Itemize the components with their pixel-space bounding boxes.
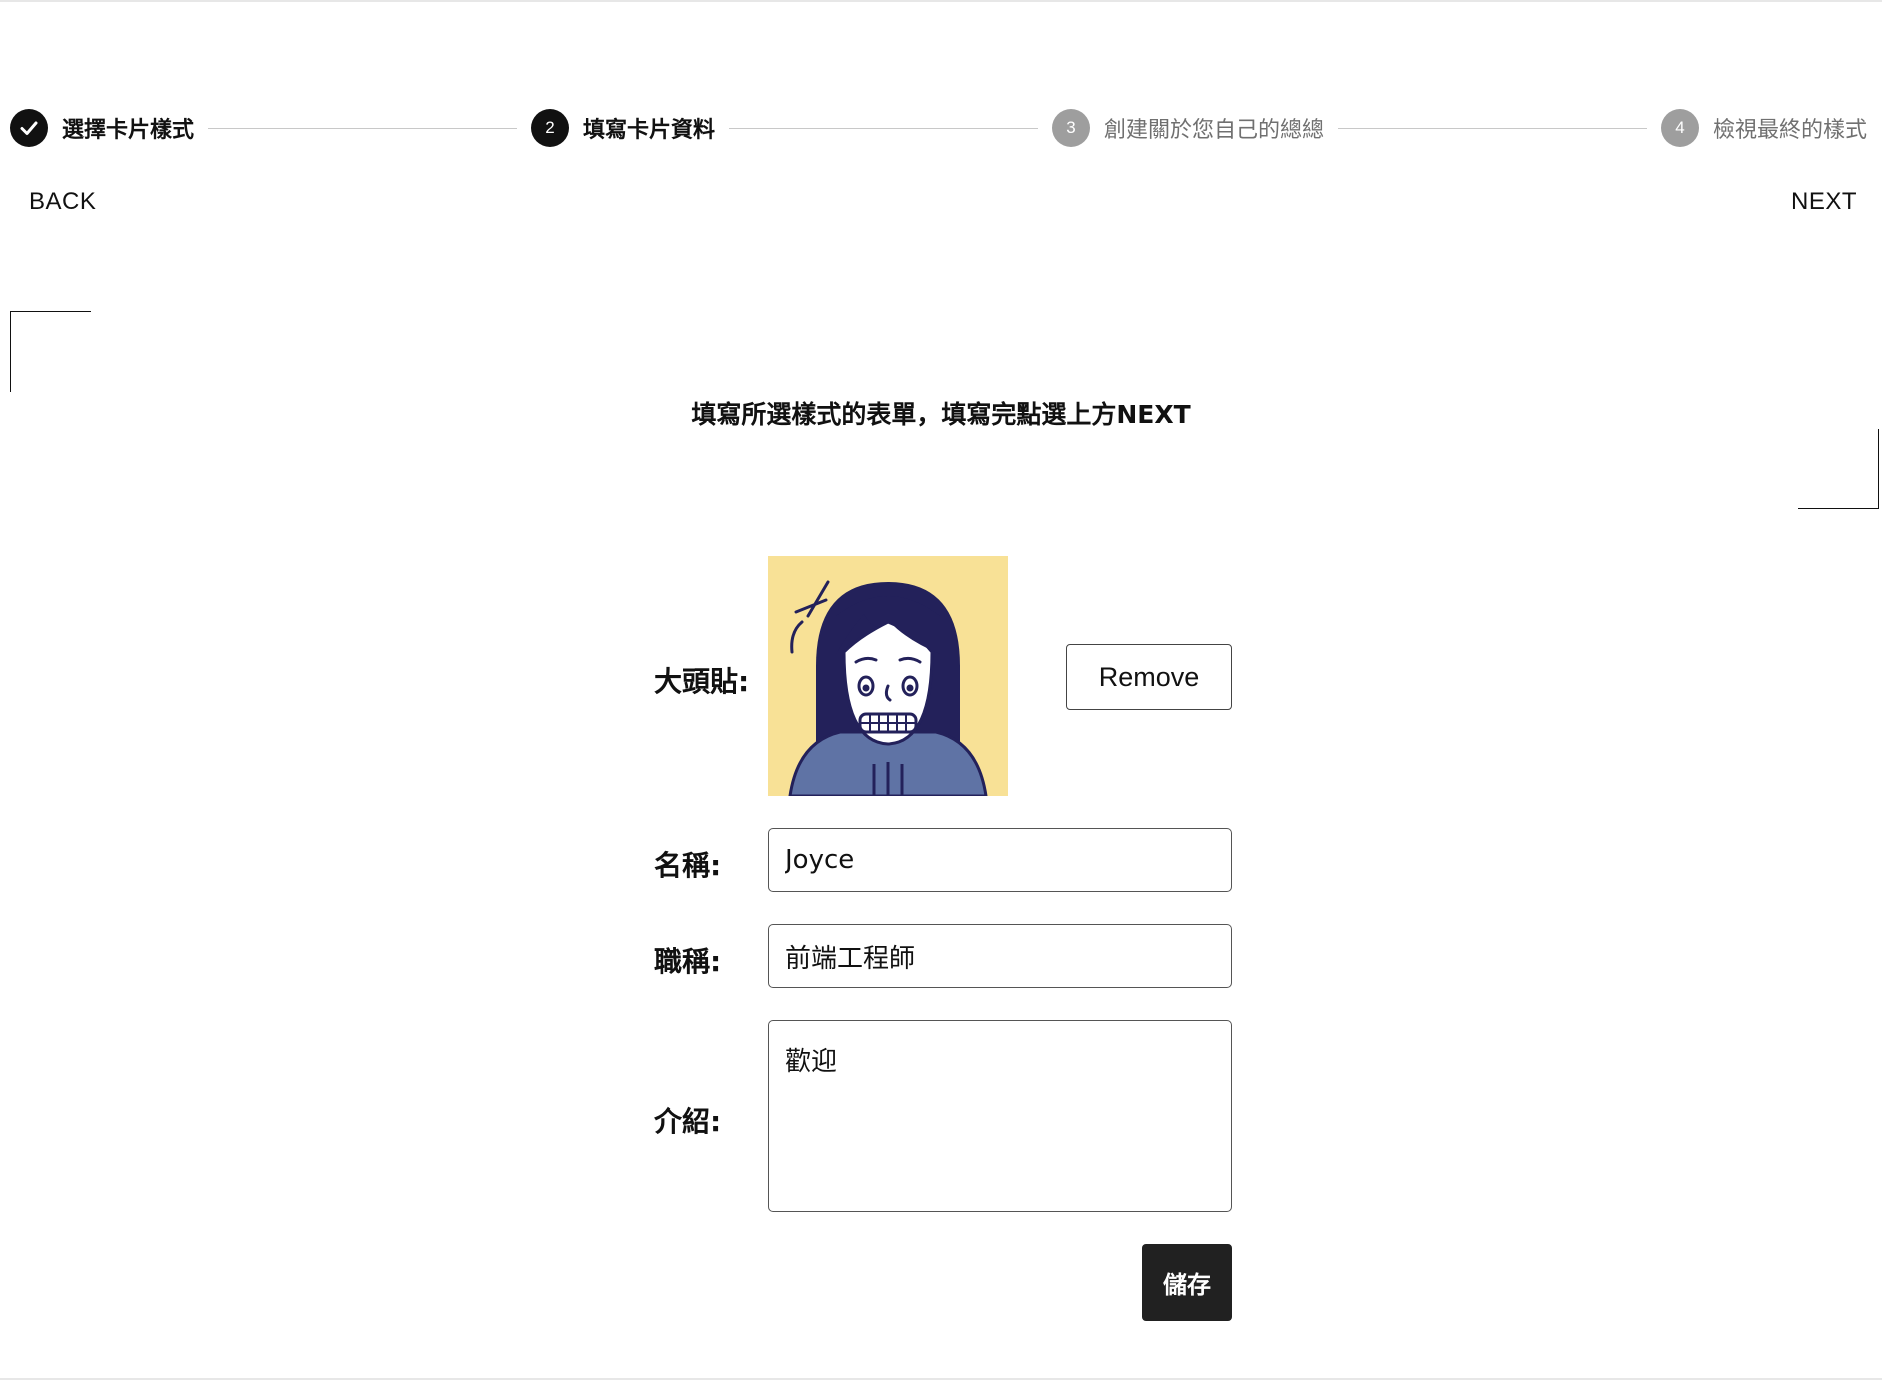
step-4[interactable]: 4 檢視最終的樣式 bbox=[1661, 109, 1867, 147]
step-2[interactable]: 2 填寫卡片資料 bbox=[531, 109, 715, 147]
step-3-label: 創建關於您自己的總總 bbox=[1104, 118, 1325, 143]
avatar-label: 大頭貼: bbox=[654, 665, 750, 698]
top-divider bbox=[0, 0, 1882, 2]
avatar-image[interactable] bbox=[768, 556, 1008, 796]
avatar-illustration bbox=[768, 556, 1008, 796]
name-label: 名稱: bbox=[654, 849, 722, 882]
back-button[interactable]: BACK bbox=[29, 188, 96, 216]
step-2-label: 填寫卡片資料 bbox=[583, 118, 716, 143]
step-4-number: 4 bbox=[1661, 109, 1699, 147]
job-title-field[interactable] bbox=[768, 924, 1232, 988]
save-button[interactable]: 儲存 bbox=[1142, 1244, 1232, 1321]
step-1-label: 選擇卡片樣式 bbox=[62, 118, 195, 143]
card-builder-page: 選擇卡片樣式 2 填寫卡片資料 3 創建關於您自己的總總 4 檢視最終的樣式 B… bbox=[0, 0, 1882, 1388]
step-connector bbox=[1338, 127, 1647, 129]
job-title-label: 職稱: bbox=[654, 945, 722, 978]
corner-bracket-bottom-right bbox=[1798, 429, 1879, 509]
instruction-text: 填寫所選樣式的表單，填寫完點選上方NEXT bbox=[691, 400, 1191, 429]
step-3-number: 3 bbox=[1052, 109, 1090, 147]
step-connector bbox=[208, 127, 517, 129]
corner-bracket-top-left bbox=[10, 311, 91, 392]
intro-label: 介紹: bbox=[654, 1105, 722, 1138]
step-4-label: 檢視最終的樣式 bbox=[1713, 118, 1868, 143]
name-field[interactable] bbox=[768, 828, 1232, 892]
next-button[interactable]: NEXT bbox=[1791, 188, 1857, 216]
step-connector bbox=[729, 127, 1038, 129]
intro-textarea[interactable]: 歡迎 bbox=[768, 1020, 1232, 1212]
progress-stepper: 選擇卡片樣式 2 填寫卡片資料 3 創建關於您自己的總總 4 檢視最終的樣式 bbox=[10, 108, 1867, 148]
step-3[interactable]: 3 創建關於您自己的總總 bbox=[1052, 109, 1324, 147]
bottom-divider bbox=[0, 1378, 1882, 1380]
step-2-number: 2 bbox=[531, 109, 569, 147]
check-icon bbox=[10, 109, 48, 147]
step-1[interactable]: 選擇卡片樣式 bbox=[10, 109, 194, 147]
remove-avatar-button[interactable]: Remove bbox=[1066, 644, 1232, 710]
